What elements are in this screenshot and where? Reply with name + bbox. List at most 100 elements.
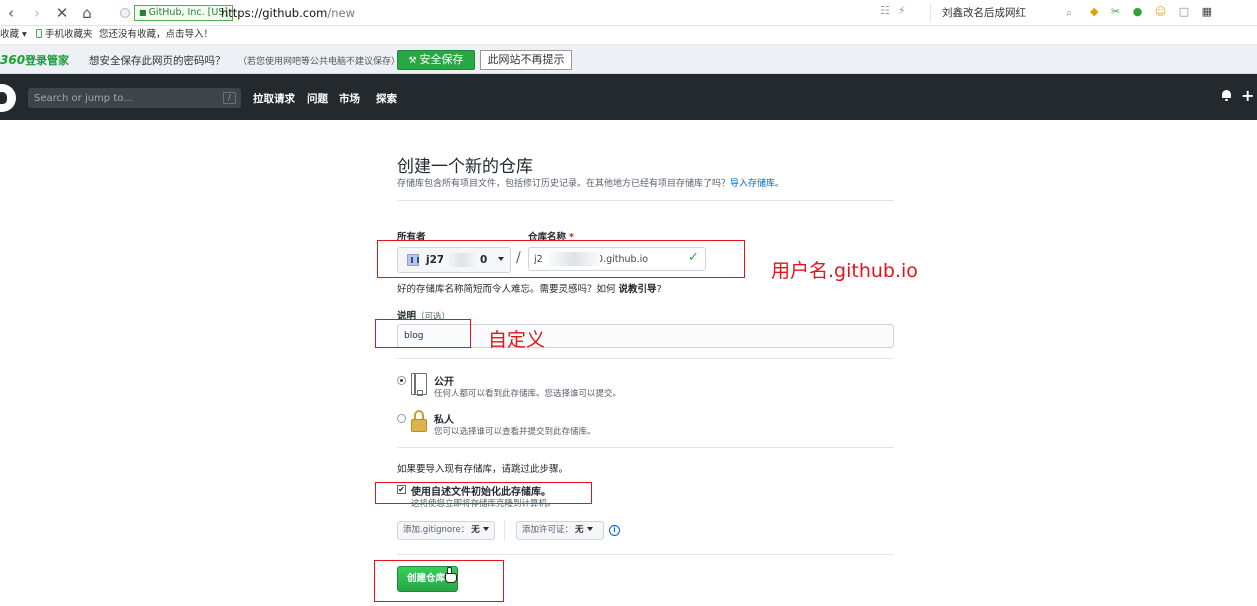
safe-save-button[interactable]: ⚒ 安全保存 bbox=[397, 50, 475, 70]
page-subtitle: 存储库包含所有项目文件，包括修订历史记录。在其他地方已经有项目存储库了吗？导入存… bbox=[397, 176, 784, 189]
nav-issues[interactable]: 问题 bbox=[307, 91, 328, 106]
description-label: 说明（可选） bbox=[397, 308, 450, 322]
nav-explore[interactable]: 探索 bbox=[376, 91, 397, 106]
repo-name-hint-end: ? bbox=[656, 284, 662, 295]
import-repository-link[interactable]: 导入存储库。 bbox=[730, 179, 784, 189]
extension-toolbar: ◆ ✂ ● ☺ □ ▦ bbox=[1090, 5, 1221, 18]
site-info-icon[interactable] bbox=[120, 8, 130, 18]
home-icon[interactable]: ⌂ bbox=[77, 3, 97, 23]
annotation-description-note: 自定义 bbox=[488, 329, 546, 351]
certificate-badge[interactable]: ■ GitHub, Inc. [US] bbox=[134, 5, 234, 21]
slash-shortcut-hint: / bbox=[223, 92, 236, 104]
mobile-favorites-link[interactable]: 手机收藏夹 bbox=[36, 26, 93, 44]
license-value: 无 bbox=[575, 525, 584, 535]
gitignore-select[interactable]: 添加.gitignore：无 bbox=[397, 521, 495, 540]
repo-name-label: 仓库名称 * bbox=[528, 229, 574, 243]
forward-icon[interactable]: › bbox=[27, 3, 47, 23]
stop-loading-icon[interactable]: ✕ bbox=[52, 3, 72, 23]
lock-icon bbox=[411, 410, 427, 432]
save-password-question: 想安全保存此网页的密码吗？ bbox=[89, 55, 226, 67]
url-bar[interactable]: ■ GitHub, Inc. [US] https://github.com/ne… bbox=[114, 3, 864, 23]
init-readme-title[interactable]: 使用自述文件初始化此存储库。 bbox=[411, 483, 551, 498]
divider bbox=[397, 447, 894, 448]
import-bookmarks-link[interactable]: 您还没有收藏，点击导入！ bbox=[99, 26, 213, 44]
init-readme-checkbox[interactable]: ✔ bbox=[397, 485, 406, 494]
favorites-menu[interactable]: 收藏 ▾ bbox=[0, 26, 27, 44]
green-circle-icon[interactable]: ● bbox=[1133, 5, 1143, 18]
smiley-icon[interactable]: ☺ bbox=[1155, 5, 1166, 18]
private-radio[interactable] bbox=[397, 414, 406, 423]
owner-label: 所有者 bbox=[397, 232, 426, 243]
url-path: /new bbox=[327, 6, 355, 20]
brand-number: 360 bbox=[0, 53, 26, 67]
public-option-title[interactable]: 公开 bbox=[434, 373, 454, 388]
owner-select-button[interactable]: j27 0 bbox=[397, 247, 511, 273]
search-icon[interactable]: ⌕ bbox=[1066, 4, 1072, 22]
name-suggestion-link[interactable]: 说教引导 bbox=[619, 284, 657, 295]
url-host: https://github.com bbox=[221, 6, 328, 20]
license-select[interactable]: 添加许可证：无 bbox=[516, 521, 604, 540]
hot-search-box[interactable]: 刘鑫改名后成网红 ⌕ bbox=[930, 4, 1082, 22]
info-icon[interactable]: i bbox=[609, 525, 620, 536]
required-mark: * bbox=[569, 232, 574, 243]
repo-name-field[interactable]: ✓ bbox=[528, 247, 706, 271]
lock-icon: ■ bbox=[139, 8, 147, 17]
chevron-down-icon bbox=[586, 527, 593, 531]
password-save-bar: 360登录管家 想安全保存此网页的密码吗？ （若您使用网吧等公共电脑不建议保存）… bbox=[0, 45, 1257, 74]
annotation-repo-name-note: 用户名.github.io bbox=[771, 260, 918, 282]
chevron-down-icon bbox=[498, 257, 504, 261]
divider bbox=[397, 554, 894, 555]
extension-icon[interactable]: ◆ bbox=[1090, 5, 1098, 18]
lock-body bbox=[411, 419, 427, 432]
url-text[interactable]: https://github.com/new bbox=[221, 5, 355, 21]
never-prompt-button[interactable]: 此网站不再提示 bbox=[480, 50, 572, 70]
public-computer-note: （若您使用网吧等公共电脑不建议保存） bbox=[238, 57, 401, 67]
license-label: 添加许可证： bbox=[522, 525, 574, 535]
optional-tag: （可选） bbox=[416, 312, 451, 322]
owner-name-start: j27 bbox=[426, 254, 445, 266]
create-new-plus-icon[interactable]: + bbox=[1241, 86, 1254, 105]
owner-name-end: 0 bbox=[480, 254, 488, 266]
gitignore-label: 添加.gitignore： bbox=[403, 525, 470, 535]
import-skip-note: 如果要导入现有存储库，请跳过此步骤。 bbox=[397, 464, 569, 475]
mobile-favorites-label: 手机收藏夹 bbox=[45, 29, 93, 40]
login-manager-logo: 360登录管家 bbox=[0, 52, 69, 68]
page-title: 创建一个新的仓库 bbox=[397, 157, 533, 177]
private-option-title[interactable]: 私人 bbox=[434, 411, 454, 426]
safe-save-label: 安全保存 bbox=[419, 53, 464, 66]
private-option-desc: 您可以选择谁可以查看并提交到此存储库。 bbox=[434, 427, 596, 437]
public-radio[interactable] bbox=[397, 376, 406, 385]
divider bbox=[397, 358, 894, 359]
certificate-label: GitHub, Inc. [US] bbox=[148, 7, 229, 18]
hot-search-text: 刘鑫改名后成网红 bbox=[942, 7, 1026, 19]
search-input[interactable] bbox=[28, 88, 218, 108]
apps-grid-icon[interactable]: ▦ bbox=[1202, 5, 1212, 18]
avatar bbox=[407, 254, 419, 266]
github-logo-icon[interactable] bbox=[0, 84, 16, 112]
description-field[interactable] bbox=[397, 324, 894, 348]
redacted-owner-name bbox=[443, 253, 480, 267]
chevron-down-icon bbox=[482, 527, 489, 531]
subtitle-text: 存储库包含所有项目文件，包括修订历史记录。在其他地方已经有项目存储库了吗？ bbox=[397, 179, 731, 189]
nav-pull-requests[interactable]: 拉取请求 bbox=[253, 91, 295, 106]
divider bbox=[504, 521, 505, 540]
description-input[interactable] bbox=[398, 325, 893, 347]
window-icon[interactable]: □ bbox=[1179, 5, 1189, 18]
github-header: / 拉取请求 问题 市场 探索 + bbox=[0, 74, 1257, 120]
address-bar-tools: ☷ ⚡ bbox=[880, 4, 914, 17]
notifications-bell-icon[interactable] bbox=[1221, 90, 1232, 101]
owner-repo-separator: / bbox=[516, 250, 521, 266]
repo-name-hint: 好的存储库名称简短而令人难忘。需要灵感吗？如何 说教引导? bbox=[397, 281, 662, 295]
screenshot-icon[interactable]: ✂ bbox=[1111, 5, 1120, 18]
speed-icon[interactable]: ⚡ bbox=[898, 4, 906, 17]
repo-name-label-text: 仓库名称 bbox=[528, 232, 567, 243]
gitignore-value: 无 bbox=[471, 525, 480, 535]
nav-marketplace[interactable]: 市场 bbox=[339, 91, 360, 106]
brand-name: 登录管家 bbox=[25, 54, 70, 67]
key-icon: ⚒ bbox=[408, 56, 417, 66]
divider bbox=[397, 200, 894, 201]
back-icon[interactable]: ‹ bbox=[1, 3, 21, 23]
reader-icon[interactable]: ☷ bbox=[880, 4, 890, 17]
init-readme-desc: 这将使您立即将存储库克隆到计算机。 bbox=[411, 499, 556, 509]
global-search[interactable]: / bbox=[28, 88, 241, 108]
